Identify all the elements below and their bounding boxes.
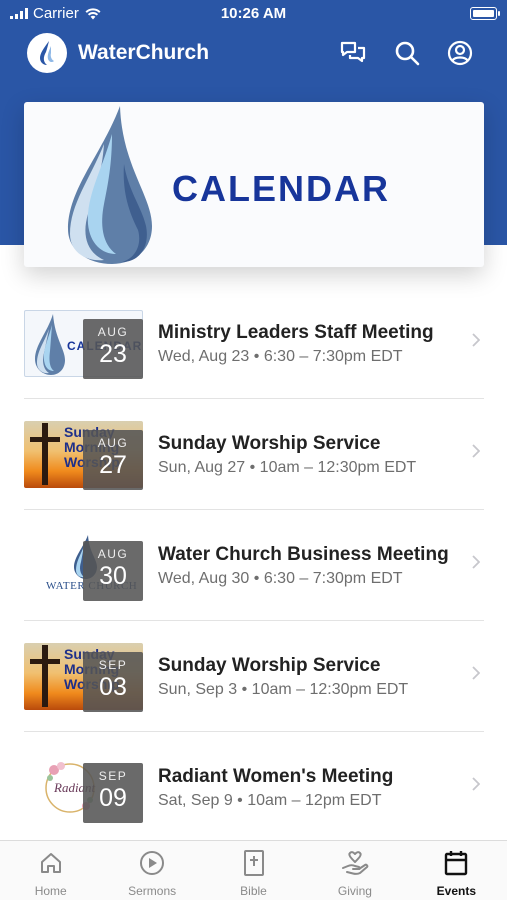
date-day: 23 [99,340,127,368]
date-badge: AUG 23 [83,319,143,379]
chevron-right-icon [472,333,480,347]
event-item[interactable]: Sunday Morning Worship AUG 27 Sunday Wor… [24,399,484,510]
tab-bible[interactable]: Bible [203,841,304,900]
calendar-banner: CALENDAR [24,102,484,267]
search-icon[interactable] [392,38,422,68]
banner-title: CALENDAR [172,168,390,209]
event-title: Ministry Leaders Staff Meeting [158,322,434,343]
date-badge: AUG 30 [83,541,143,601]
event-item[interactable]: WATER CHURCH AUG 30 Water Church Busines… [24,510,484,621]
date-month: AUG [97,547,129,561]
date-day: 30 [99,562,127,590]
tab-label: Bible [240,884,267,898]
water-drop-icon [40,41,54,65]
event-title: Water Church Business Meeting [158,544,449,565]
date-day: 09 [99,784,127,812]
event-title: Sunday Worship Service [158,655,381,676]
date-month: SEP [98,769,128,783]
battery-icon [470,7,500,20]
chevron-right-icon [472,555,480,569]
event-time: Sun, Aug 27 • 10am – 12:30pm EDT [158,459,417,476]
date-month: AUG [97,436,129,450]
play-circle-icon [101,849,202,877]
tab-home[interactable]: Home [0,841,101,900]
clock: 10:26 AM [220,5,287,22]
tab-label: Events [436,884,476,898]
events-list: CALENDAR AUG 23 Ministry Leaders Staff M… [24,288,484,843]
giving-hand-icon [304,849,405,877]
tab-sermons[interactable]: Sermons [101,841,202,900]
home-icon [0,849,101,877]
date-badge: SEP 03 [83,652,143,712]
tab-label: Home [34,884,67,898]
chevron-right-icon [472,666,480,680]
water-drop-logo [68,106,152,264]
tab-giving[interactable]: Giving [304,841,405,900]
tab-label: Giving [337,884,372,898]
tab-bar: Home Sermons Bible Giving Events [0,840,507,900]
date-badge: SEP 09 [83,763,143,823]
calendar-icon [406,849,507,877]
water-drop-logo [35,314,65,375]
date-month: AUG [97,325,129,339]
date-day: 27 [99,451,127,479]
cross-icon [30,423,60,485]
church-logo[interactable] [27,33,67,73]
date-badge: AUG 27 [83,430,143,490]
event-title: Radiant Women's Meeting [158,766,394,787]
event-item[interactable]: Sunday Morning Worship SEP 03 Sunday Wor… [24,621,484,732]
event-time: Wed, Aug 23 • 6:30 – 7:30pm EDT [158,348,403,365]
event-time: Sun, Sep 3 • 10am – 12:30pm EDT [158,681,409,698]
chevron-right-icon [472,777,480,791]
status-bar: Carrier 10:26 AM [0,0,507,28]
tab-label: Sermons [128,884,177,898]
cross-icon [30,645,60,707]
date-month: SEP [98,658,128,672]
bible-icon [203,849,304,877]
event-time: Wed, Aug 30 • 6:30 – 7:30pm EDT [158,570,403,587]
date-day: 03 [99,673,127,701]
event-item[interactable]: Radiant SEP 09 Radiant Women's Meeting S… [24,732,484,843]
event-item[interactable]: CALENDAR AUG 23 Ministry Leaders Staff M… [24,288,484,399]
tab-events[interactable]: Events [406,841,507,900]
chevron-right-icon [472,444,480,458]
profile-icon[interactable] [445,38,475,68]
chat-icon[interactable] [338,38,368,68]
app-header: WaterChurch [0,28,507,78]
event-title: Sunday Worship Service [158,433,381,454]
app-title: WaterChurch [78,41,210,64]
event-time: Sat, Sep 9 • 10am – 12pm EDT [158,792,382,809]
